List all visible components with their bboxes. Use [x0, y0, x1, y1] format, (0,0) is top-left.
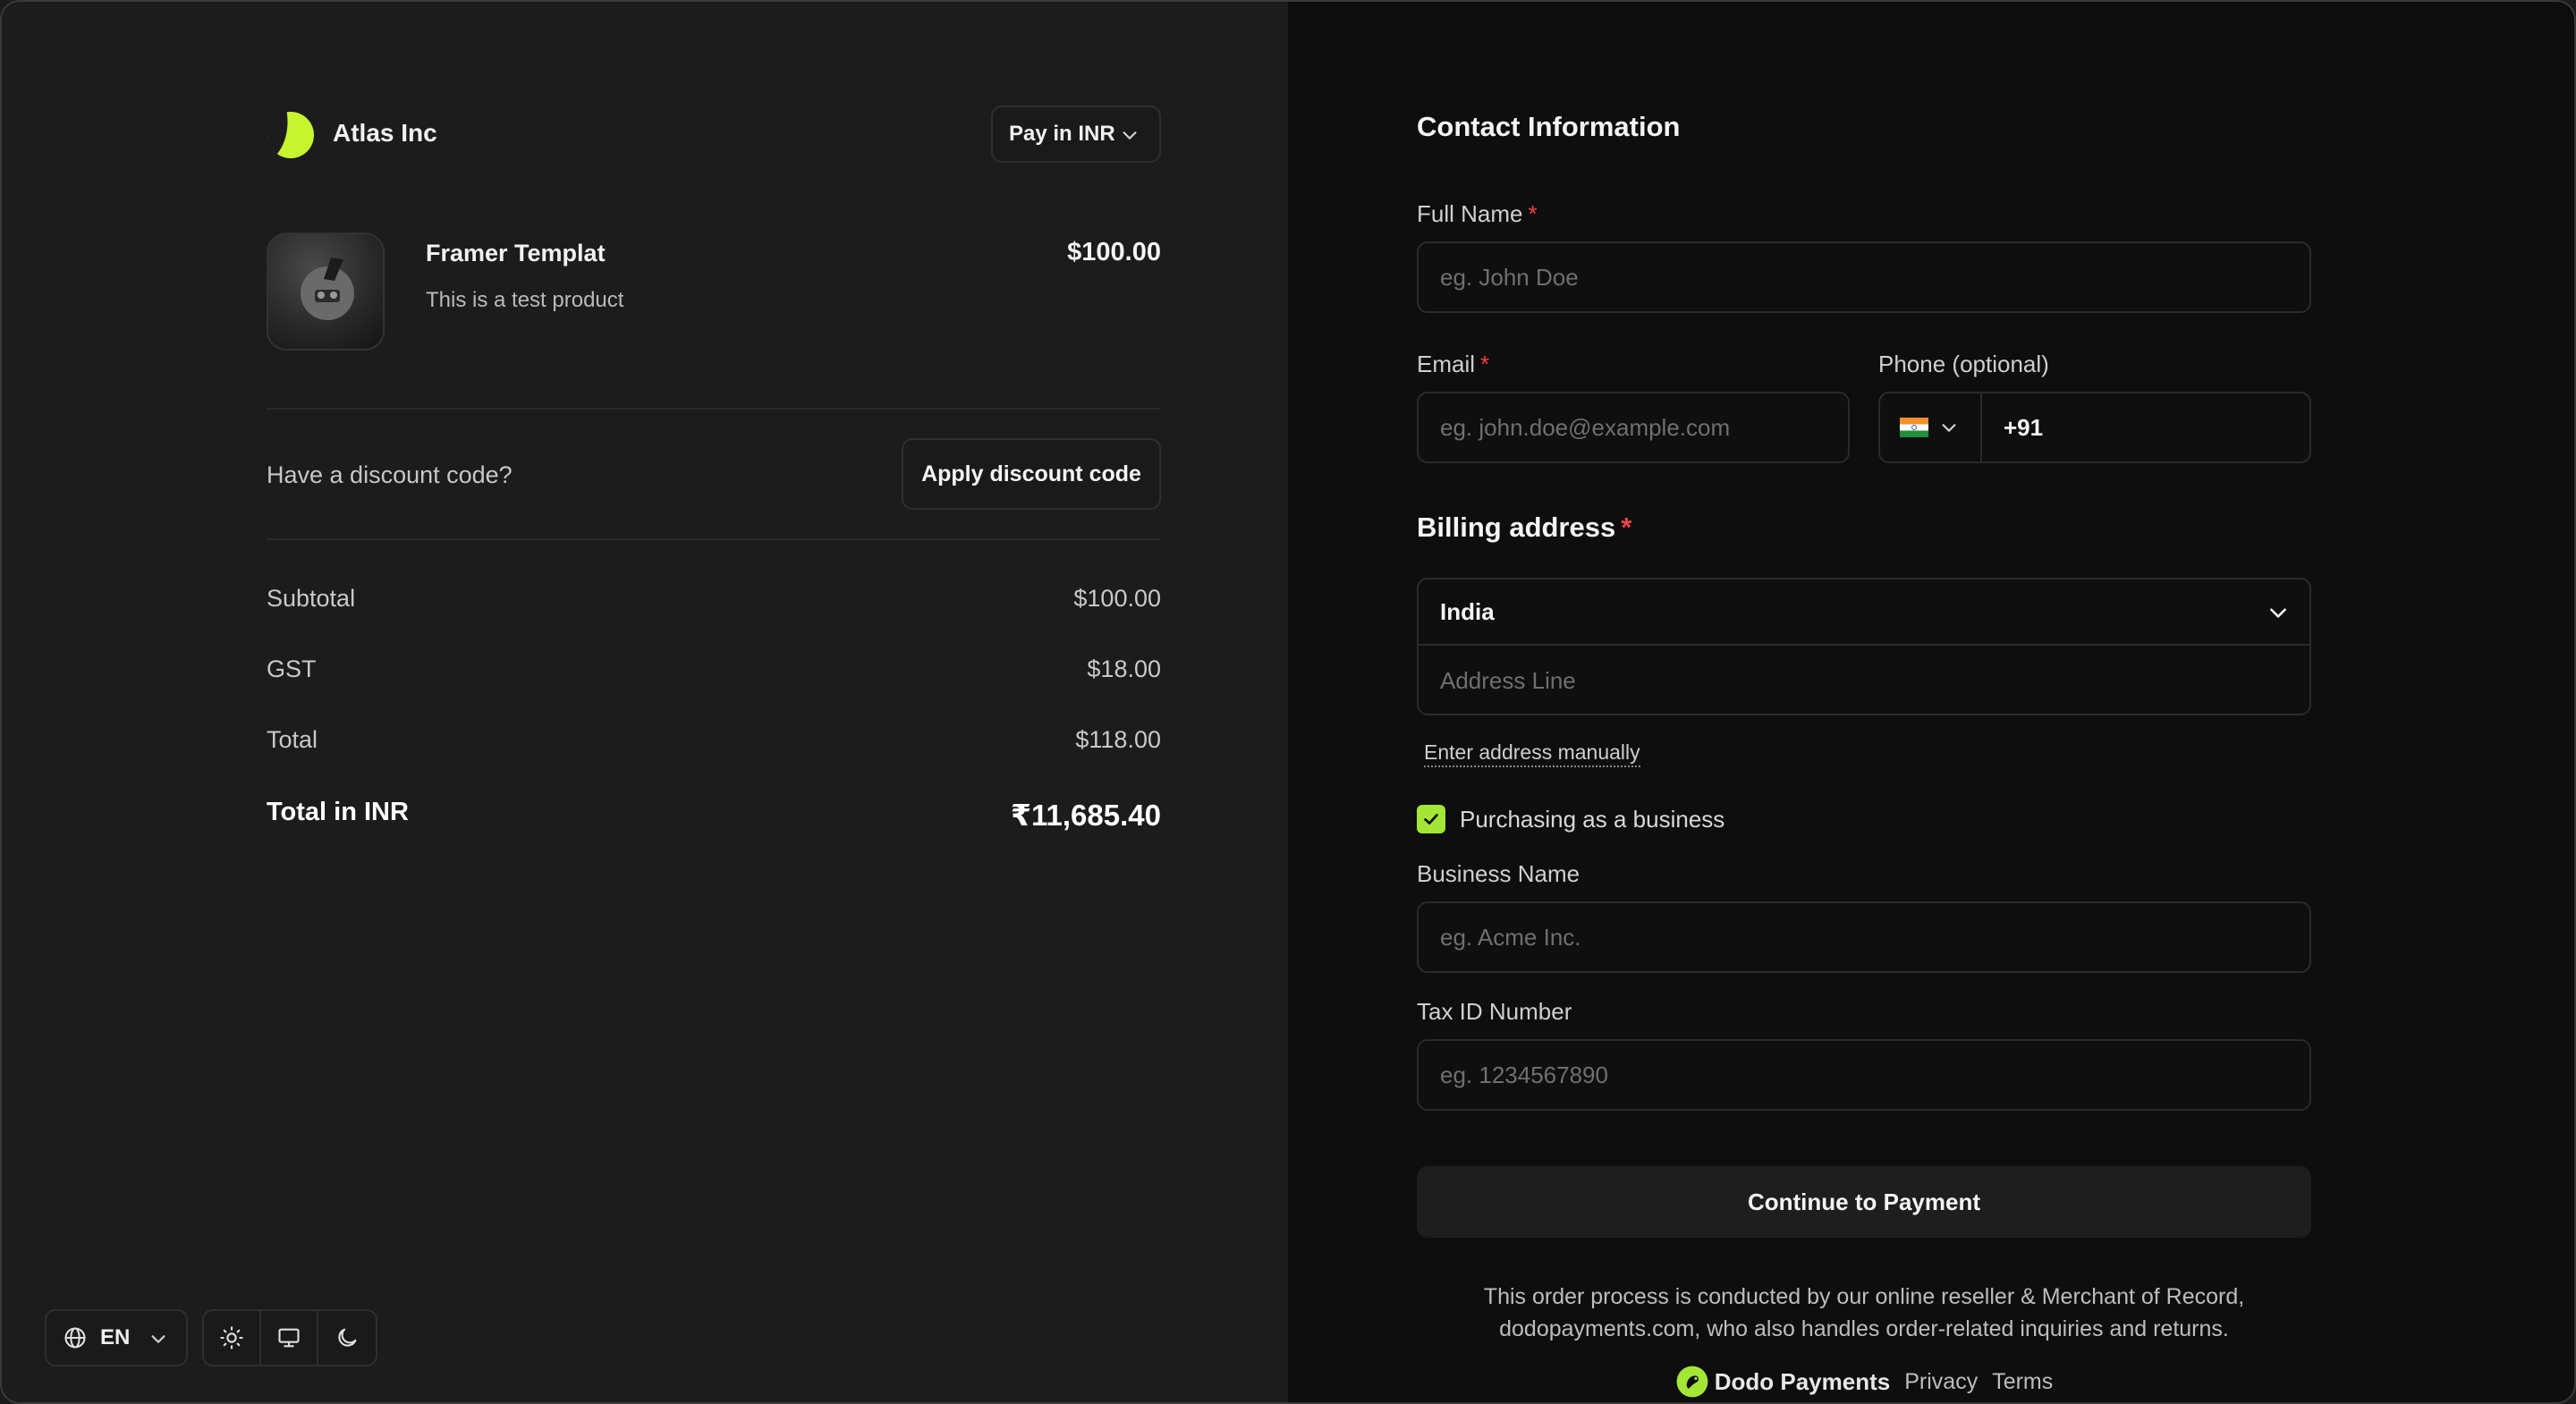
total-local-value: ₹11,685.40 [1011, 799, 1161, 832]
chevron-down-icon [2270, 608, 2286, 618]
country-value: India [1440, 597, 1495, 625]
subtotal-label: Subtotal [267, 585, 356, 612]
chevron-down-icon [1123, 131, 1137, 140]
tax-id-input[interactable]: eg. 1234567890 [1417, 1039, 2311, 1111]
product-line-item: Framer Templat This is a test product $1… [267, 233, 1161, 352]
contact-section-title: Contact Information [1417, 111, 1681, 142]
enter-address-manually-link[interactable]: Enter address manually [1424, 740, 1640, 767]
brand: Atlas Inc [267, 107, 437, 159]
billing-title-text: Billing address [1417, 512, 1616, 543]
dodo-logo-icon [1676, 1366, 1708, 1398]
business-checkbox[interactable] [1417, 805, 1445, 833]
apply-discount-button[interactable]: Apply discount code [902, 438, 1161, 510]
tax-label: GST [267, 655, 317, 682]
billing-section-title: Billing address * [1417, 512, 1631, 544]
merchant-of-record-notice: This order process is conducted by our o… [1417, 1281, 2311, 1345]
business-name-label: Business Name [1417, 860, 1580, 887]
privacy-link[interactable]: Privacy [1904, 1369, 1978, 1395]
check-icon [1424, 814, 1438, 825]
footer: Dodo Payments Privacy Terms [1417, 1365, 2311, 1399]
address-placeholder: Address Line [1440, 666, 1576, 694]
product-description: This is a test product [426, 288, 624, 312]
required-mark: * [1528, 200, 1538, 227]
full-name-label-text: Full Name [1417, 200, 1523, 227]
divider [267, 538, 1161, 540]
phone-input[interactable]: +91 [1980, 392, 2311, 463]
email-label-text: Email [1417, 351, 1476, 377]
total-row: Total $118.00 [267, 726, 1161, 754]
full-name-label: Full Name * [1417, 200, 1538, 228]
email-label: Email * [1417, 351, 1489, 378]
phone-code: +91 [2004, 413, 2044, 441]
currency-selector[interactable]: Pay in INR [991, 106, 1161, 163]
brand-logo-icon [267, 109, 314, 158]
monitor-icon [278, 1328, 300, 1348]
chevron-down-icon [1942, 424, 1956, 432]
order-summary-panel: Atlas Inc Pay in INR Framer Templat This… [2, 2, 1288, 1402]
tax-row: GST $18.00 [267, 655, 1161, 683]
moon-icon [338, 1328, 357, 1347]
theme-switcher [202, 1309, 377, 1366]
total-value: $118.00 [1075, 726, 1161, 753]
system-theme-button[interactable] [261, 1311, 318, 1365]
legal-line-1: This order process is conducted by our o… [1483, 1284, 2245, 1309]
bottom-toolbar: EN [45, 1309, 377, 1366]
discount-prompt: Have a discount code? [267, 461, 513, 488]
required-mark: * [1621, 512, 1632, 543]
dark-theme-button[interactable] [318, 1311, 376, 1365]
required-mark: * [1480, 351, 1490, 377]
dodo-payments-brand[interactable]: Dodo Payments [1675, 1365, 1891, 1399]
full-name-placeholder: eg. John Doe [1440, 263, 1579, 291]
total-local-label: Total in INR [267, 798, 409, 826]
total-label: Total [267, 726, 318, 753]
phone-label: Phone (optional) [1878, 351, 2049, 377]
billing-address-group: India Address Line [1417, 578, 2311, 715]
business-checkbox-label[interactable]: Purchasing as a business [1460, 806, 1724, 833]
india-flag-icon [1900, 418, 1928, 437]
phone-country-selector[interactable] [1878, 392, 1982, 463]
checkout-page: Atlas Inc Pay in INR Framer Templat This… [0, 0, 2576, 1404]
full-name-input[interactable]: eg. John Doe [1417, 241, 2311, 313]
divider [267, 408, 1161, 410]
business-name-placeholder: eg. Acme Inc. [1440, 923, 1581, 951]
product-price: $100.00 [1067, 238, 1161, 266]
business-name-input[interactable]: eg. Acme Inc. [1417, 901, 2311, 973]
globe-icon [64, 1327, 86, 1349]
currency-label: Pay in INR [1009, 122, 1115, 146]
subtotal-value: $100.00 [1073, 585, 1161, 612]
product-thumbnail [267, 233, 385, 351]
product-title: Framer Templat [426, 240, 606, 266]
light-theme-button[interactable] [204, 1311, 261, 1365]
legal-line-2: dodopayments.com, who also handles order… [1499, 1316, 2229, 1341]
address-line-input[interactable]: Address Line [1419, 646, 2309, 714]
tax-value: $18.00 [1087, 655, 1161, 682]
email-input[interactable]: eg. john.doe@example.com [1417, 392, 1850, 463]
sun-icon [220, 1326, 243, 1349]
checkout-form-panel: Contact Information Full Name * eg. John … [1288, 2, 2574, 1402]
language-selector[interactable]: EN [45, 1309, 188, 1366]
total-local-row: Total in INR ₹11,685.40 [267, 798, 1161, 833]
subtotal-row: Subtotal $100.00 [267, 585, 1161, 613]
dodo-payments-label: Dodo Payments [1714, 1367, 1891, 1395]
continue-to-payment-button[interactable]: Continue to Payment [1417, 1166, 2311, 1238]
terms-link[interactable]: Terms [1992, 1369, 2053, 1395]
tax-id-label: Tax ID Number [1417, 998, 1572, 1025]
email-placeholder: eg. john.doe@example.com [1440, 413, 1731, 441]
brand-name: Atlas Inc [333, 119, 437, 147]
country-select[interactable]: India [1419, 579, 2309, 646]
chevron-down-icon [151, 1335, 165, 1343]
product-image-icon [301, 258, 354, 320]
tax-id-placeholder: eg. 1234567890 [1440, 1061, 1608, 1088]
language-label: EN [100, 1325, 131, 1349]
